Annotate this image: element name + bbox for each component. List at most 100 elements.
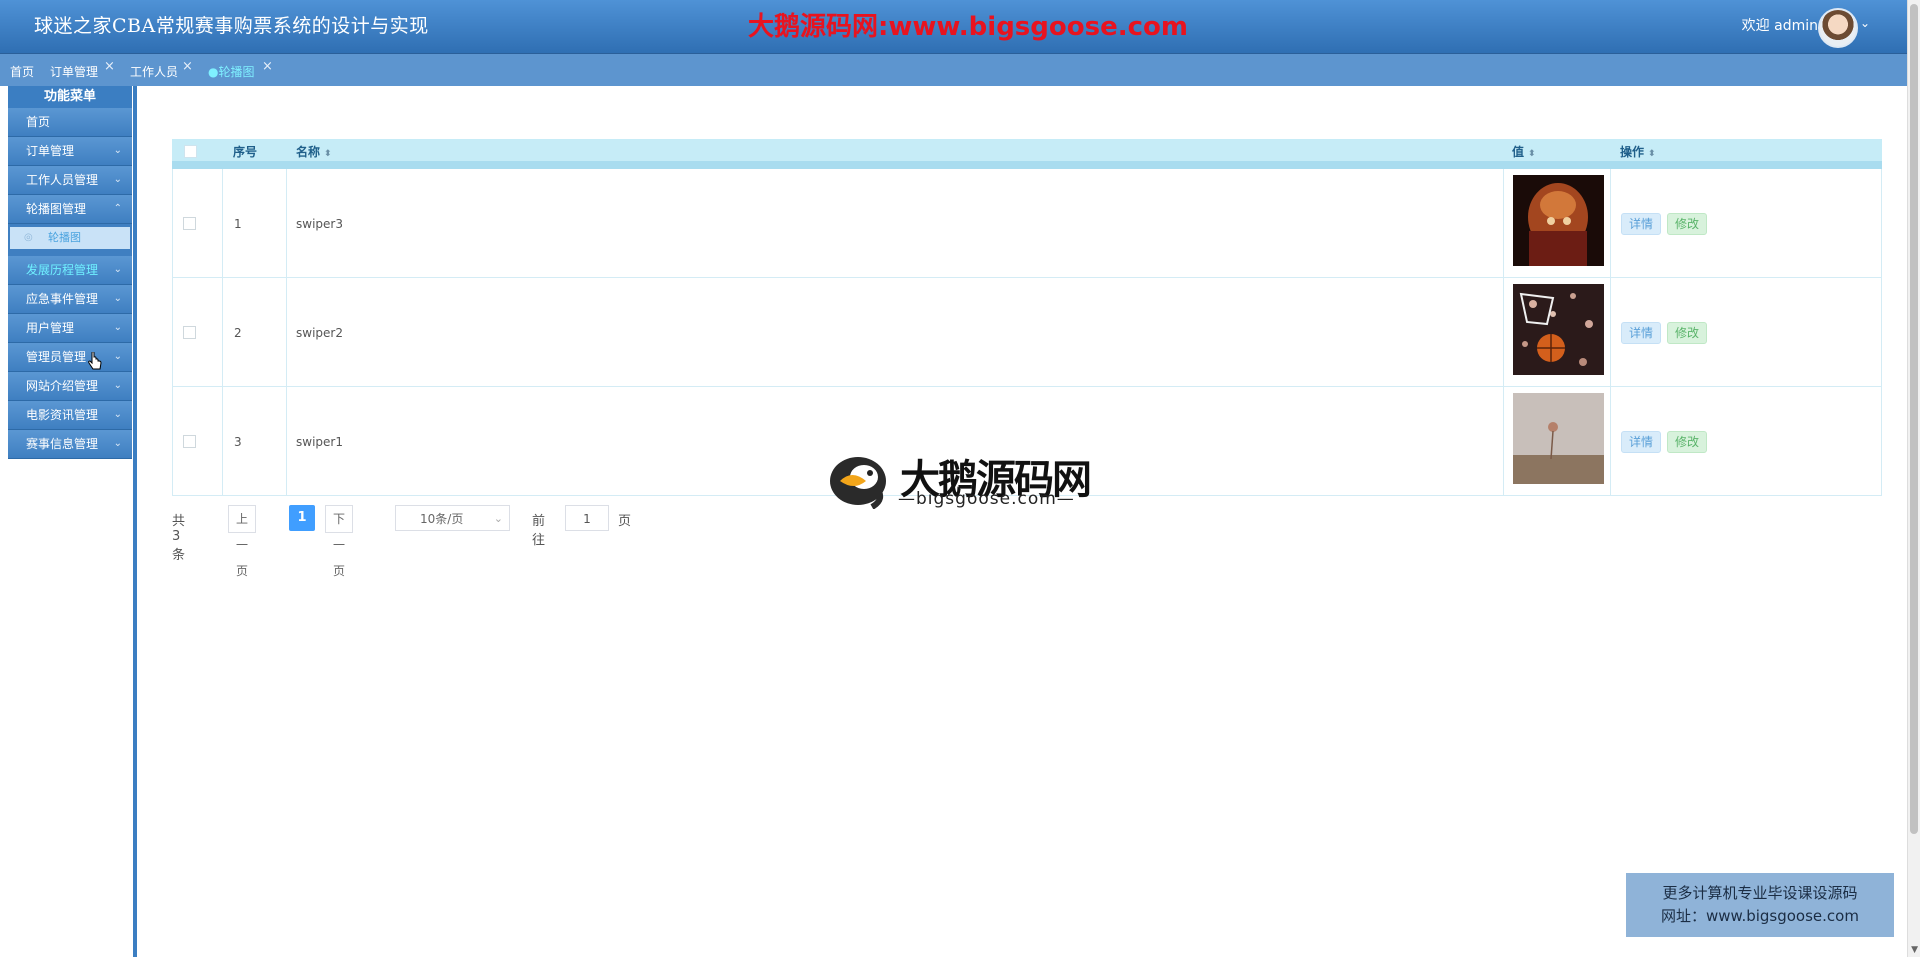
sidebar-item-label: 应急事件管理 xyxy=(26,292,99,306)
cell-divider xyxy=(1503,387,1504,495)
sidebar-item-emergency[interactable]: 应急事件管理 ⌄ xyxy=(8,285,132,314)
sidebar-item-label: 用户管理 xyxy=(26,321,75,335)
sidebar-item-events[interactable]: 赛事信息管理 ⌄ xyxy=(8,430,132,459)
cell-divider xyxy=(1503,169,1504,277)
row-index: 2 xyxy=(234,326,242,340)
tab-carousel[interactable]: ●轮播图 xyxy=(208,63,254,80)
chevron-down-icon: ⌄ xyxy=(113,438,122,449)
sidebar-item-admins[interactable]: 管理员管理 ⌄ xyxy=(8,343,132,372)
sidebar-item-movie-news[interactable]: 电影资讯管理 ⌄ xyxy=(8,401,132,430)
prev-page-button[interactable]: 上一页 xyxy=(228,505,257,578)
watermark-subtitle: —bigsgoose.com— xyxy=(898,489,1075,509)
chevron-down-icon[interactable]: ⌄ xyxy=(1860,16,1870,30)
sort-icon[interactable]: ⬍ xyxy=(324,149,332,159)
sidebar-item-history[interactable]: 发展历程管理 ⌄ xyxy=(8,256,132,285)
edit-button[interactable]: 修改 xyxy=(1667,431,1708,453)
avatar[interactable] xyxy=(1818,8,1858,48)
goose-logo-icon xyxy=(830,457,886,509)
cell-divider xyxy=(1610,387,1611,495)
cell-divider xyxy=(286,278,287,386)
promo-box: 更多计算机专业毕设课设源码 网址：www.bigsgoose.com xyxy=(1626,873,1894,937)
sort-icon[interactable]: ⬍ xyxy=(1528,149,1536,159)
sidebar-subitem-carousel[interactable]: ◎ 轮播图 xyxy=(8,224,132,256)
sidebar-item-users[interactable]: 用户管理 ⌄ xyxy=(8,314,132,343)
column-header-index: 序号 xyxy=(233,143,257,160)
top-header: 球迷之家CBA常规赛事购票系统的设计与实现 大鹅源码网:www.bigsgoos… xyxy=(0,0,1908,54)
chevron-down-icon: ⌄ xyxy=(113,409,122,420)
row-checkbox[interactable] xyxy=(183,326,196,339)
next-page-button[interactable]: 下一页 xyxy=(325,505,354,578)
row-name: swiper3 xyxy=(296,217,343,231)
total-count: 共 3 条 xyxy=(172,514,186,563)
column-header-name[interactable]: 名称 ⬍ xyxy=(296,143,332,160)
edit-button[interactable]: 修改 xyxy=(1667,322,1708,344)
sidebar-item-carousel[interactable]: 轮播图管理 ⌃ xyxy=(8,195,132,224)
row-name: swiper1 xyxy=(296,435,343,449)
column-label: 名称 xyxy=(296,145,321,159)
cell-divider xyxy=(222,387,223,495)
data-table: 序号 名称 ⬍ 值 ⬍ 操作 ⬍ 1 swiper3 详情 修改 2 swiper2 xyxy=(172,139,1882,496)
promo-line-2: 网址：www.bigsgoose.com xyxy=(1661,907,1859,925)
carousel-image-thumbnail[interactable] xyxy=(1513,175,1604,266)
sidebar-item-staff[interactable]: 工作人员管理 ⌄ xyxy=(8,166,132,195)
table-header: 序号 名称 ⬍ 值 ⬍ 操作 ⬍ xyxy=(172,139,1882,169)
page-suffix: 页 xyxy=(618,514,632,529)
row-name: swiper2 xyxy=(296,326,343,340)
row-index: 3 xyxy=(234,435,242,449)
detail-button[interactable]: 详情 xyxy=(1621,213,1662,235)
table-row: 2 swiper2 详情 修改 xyxy=(172,278,1882,387)
sidebar-item-label: 工作人员管理 xyxy=(26,173,99,187)
row-index: 1 xyxy=(234,217,242,231)
row-checkbox[interactable] xyxy=(183,217,196,230)
close-icon[interactable]: × xyxy=(262,59,273,74)
goto-page-input[interactable]: 1 xyxy=(565,505,609,531)
page-number-current[interactable]: 1 xyxy=(289,505,315,531)
tabs-bar: 首页 订单管理 × 工作人员 × ●轮播图 × xyxy=(0,54,1908,86)
close-icon[interactable]: × xyxy=(104,59,115,74)
edit-button[interactable]: 修改 xyxy=(1667,213,1708,235)
sidebar-item-home[interactable]: 首页 xyxy=(8,108,132,137)
tab-staff[interactable]: 工作人员 xyxy=(130,63,178,80)
cell-divider xyxy=(222,278,223,386)
column-header-action[interactable]: 操作 ⬍ xyxy=(1620,143,1656,160)
scroll-down-arrow-icon[interactable]: ▼ xyxy=(1911,945,1918,955)
vertical-scrollbar[interactable]: ▼ xyxy=(1907,0,1920,957)
sidebar-item-orders[interactable]: 订单管理 ⌄ xyxy=(8,137,132,166)
row-checkbox[interactable] xyxy=(183,435,196,448)
close-icon[interactable]: × xyxy=(182,59,193,74)
cell-divider xyxy=(1503,278,1504,386)
sidebar-item-label: 订单管理 xyxy=(26,144,75,158)
detail-button[interactable]: 详情 xyxy=(1621,322,1662,344)
column-header-value[interactable]: 值 ⬍ xyxy=(1512,143,1536,160)
tab-home[interactable]: 首页 xyxy=(10,63,34,80)
circle-icon: ◎ xyxy=(24,232,33,243)
carousel-image-thumbnail[interactable] xyxy=(1513,393,1604,484)
sidebar-item-label: 首页 xyxy=(26,115,51,129)
sidebar-item-label: 轮播图 xyxy=(48,231,81,244)
chevron-down-icon: ⌄ xyxy=(113,264,122,275)
chevron-down-icon: ⌄ xyxy=(113,293,122,304)
select-all-checkbox[interactable] xyxy=(184,145,197,158)
welcome-text: 欢迎 admin xyxy=(1741,18,1818,34)
scrollbar-thumb[interactable] xyxy=(1910,4,1918,834)
carousel-image-thumbnail[interactable] xyxy=(1513,284,1604,375)
sort-icon[interactable]: ⬍ xyxy=(1648,149,1656,159)
sidebar: 功能菜单 首页 订单管理 ⌄ 工作人员管理 ⌄ 轮播图管理 ⌃ ◎ 轮播图 发展历程管理… xyxy=(0,86,137,957)
sidebar-item-label: 电影资讯管理 xyxy=(26,408,99,422)
menu-header: 功能菜单 xyxy=(8,86,132,108)
cell-divider xyxy=(286,169,287,277)
top-watermark: 大鹅源码网:www.bigsgoose.com xyxy=(748,12,1188,42)
table-row: 1 swiper3 详情 修改 xyxy=(172,169,1882,278)
cell-divider xyxy=(222,169,223,277)
column-label: 操作 xyxy=(1620,145,1645,159)
chevron-down-icon: ⌄ xyxy=(493,512,503,525)
tab-orders[interactable]: 订单管理 xyxy=(50,63,98,80)
center-watermark: 大鹅源码网 —bigsgoose.com— xyxy=(826,447,1096,517)
page-size-select[interactable]: 10条/页 ⌄ xyxy=(395,505,510,531)
column-label: 值 xyxy=(1512,145,1525,159)
detail-button[interactable]: 详情 xyxy=(1621,431,1662,453)
page-size-value: 10条/页 xyxy=(420,512,464,526)
chevron-down-icon: ⌄ xyxy=(113,351,122,362)
chevron-down-icon: ⌄ xyxy=(113,322,122,333)
sidebar-item-site-intro[interactable]: 网站介绍管理 ⌄ xyxy=(8,372,132,401)
